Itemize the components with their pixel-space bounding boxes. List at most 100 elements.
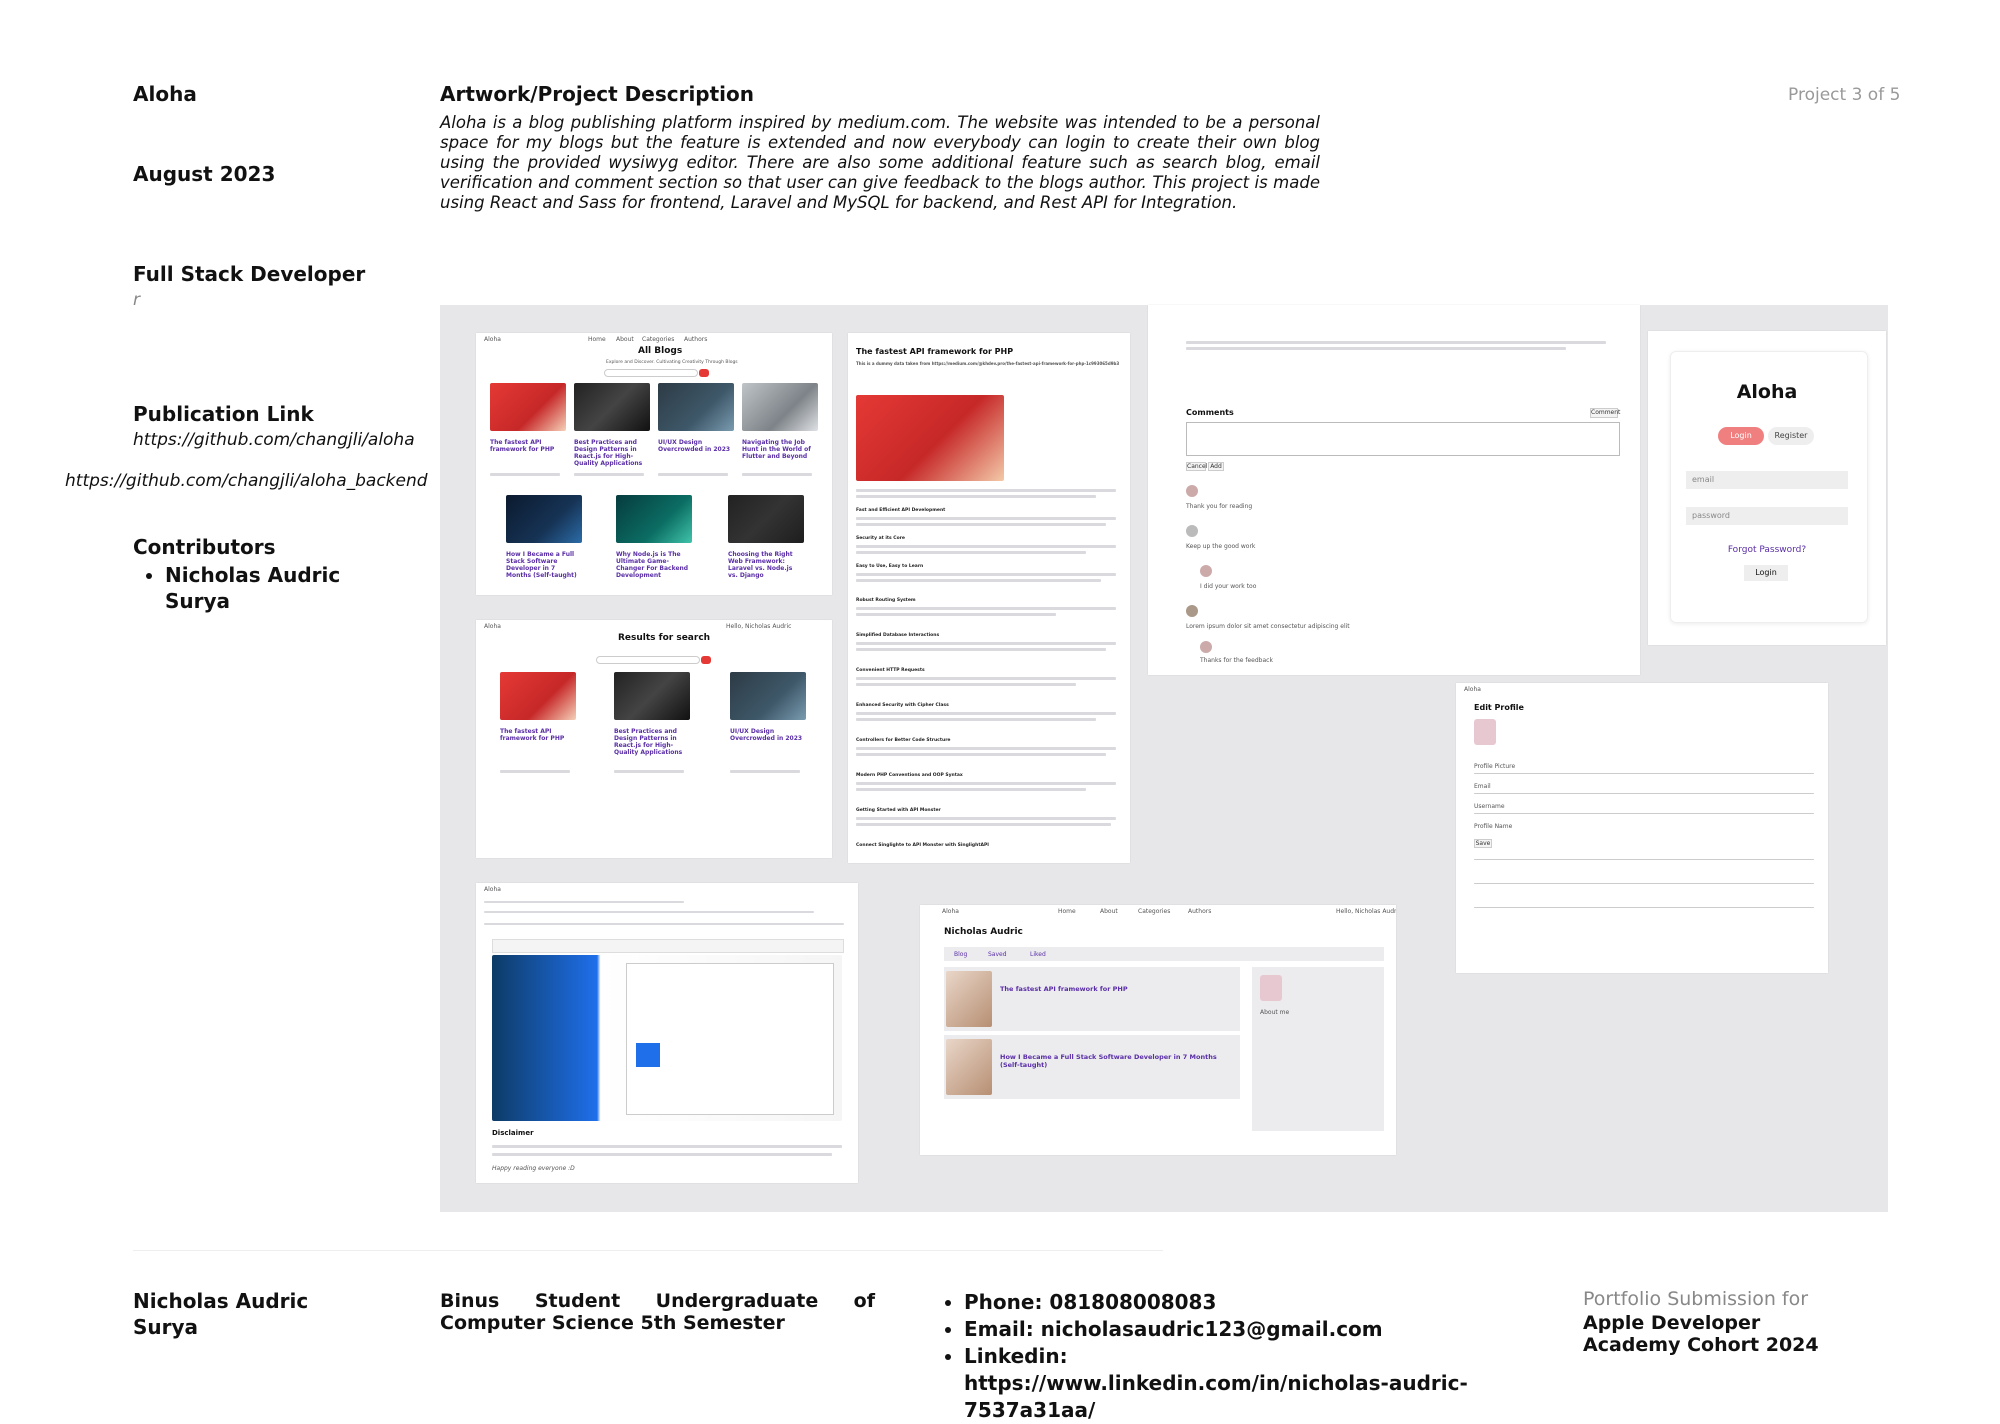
register-tab[interactable]: Register	[1768, 427, 1814, 445]
tab-blog[interactable]: Blog	[954, 951, 967, 958]
article-section-heading: Controllers for Better Code Structure	[856, 738, 951, 743]
search-results-title: Results for search	[618, 633, 711, 643]
avatar	[1260, 975, 1282, 1001]
login-submit-button[interactable]: Login	[1744, 565, 1788, 581]
contact-phone: Phone: 081808008083	[964, 1289, 1474, 1316]
card-title[interactable]: UI/UX Design Overcrowded in 2023	[658, 439, 734, 453]
footer-education: Binus Student Undergraduate of Computer …	[440, 1290, 875, 1334]
mini-nav-categories: Categories	[642, 336, 675, 343]
contact-linkedin[interactable]: Linkedin: https://www.linkedin.com/in/ni…	[964, 1343, 1474, 1424]
publication-heading: Publication Link	[133, 402, 314, 426]
card-title[interactable]: Best Practices and Design Patterns in Re…	[614, 728, 690, 756]
screenshot-login: Aloha Login Register email password Forg…	[1648, 331, 1886, 645]
comment-textarea[interactable]	[1186, 422, 1620, 456]
avatar	[1474, 719, 1496, 745]
description-heading: Artwork/Project Description	[440, 82, 755, 106]
contact-email[interactable]: Email: nicholasaudric123@gmail.com	[964, 1316, 1474, 1343]
mini-nav-brand: Aloha	[484, 336, 501, 343]
screenshot-editor: Aloha Disclaimer Happy reading everyone …	[476, 883, 858, 1183]
article-subtitle: This is a dummy data taken from https://…	[856, 361, 1120, 366]
card-title[interactable]: Choosing the Right Web Framework: Larave…	[728, 551, 804, 579]
mini-nav-greeting: Hello, Nicholas Audric	[726, 623, 792, 630]
avatar	[1186, 485, 1198, 497]
article-section-heading: Enhanced Security with Cipher Class	[856, 703, 949, 708]
card-image-react	[574, 383, 650, 431]
card-image-uiux	[658, 383, 734, 431]
article-section-heading: Getting Started with API Monster	[856, 808, 941, 813]
card-title[interactable]: How I Became a Full Stack Software Devel…	[506, 551, 582, 579]
email-field[interactable]: email	[1686, 471, 1848, 489]
article-section-heading: Security at its Core	[856, 536, 905, 541]
screenshot-search-results: Aloha Hello, Nicholas Audric Results for…	[476, 620, 832, 858]
publication-link-backend[interactable]: https://github.com/changjli/aloha_backen…	[65, 471, 428, 491]
comment-text: Lorem ipsum dolor sit amet consectetur a…	[1186, 623, 1350, 630]
mini-nav-greeting: Hello, Nicholas Audric	[1336, 908, 1396, 915]
contributors-heading: Contributors	[133, 535, 276, 559]
mini-nav-categories: Categories	[1138, 908, 1171, 915]
field-label: Email	[1474, 783, 1491, 790]
editor-toolbar[interactable]	[492, 939, 844, 953]
article-hero-image	[856, 395, 1004, 481]
role-title: Full Stack Developer	[133, 262, 366, 286]
login-tab[interactable]: Login	[1718, 427, 1764, 445]
about-label: About me	[1260, 1009, 1290, 1016]
article-section-heading: Connect Singlighte to API Monster with S…	[856, 843, 989, 848]
card-title[interactable]: Why Node.js is The Ultimate Game-Changer…	[616, 551, 692, 579]
avatar	[1200, 641, 1212, 653]
post-title[interactable]: The fastest API framework for PHP	[1000, 985, 1128, 993]
comment-button[interactable]: Comment	[1590, 408, 1620, 418]
project-counter: Project 3 of 5	[1788, 85, 1901, 105]
mini-search-input	[604, 369, 698, 377]
footer-contacts: Phone: 081808008083 Email: nicholasaudri…	[938, 1289, 1474, 1424]
comment-text: Keep up the good work	[1186, 543, 1256, 550]
card-title[interactable]: The fastest API framework for PHP	[500, 728, 576, 742]
card-image-api-monster	[490, 383, 566, 431]
mini-nav-about: About	[1100, 908, 1118, 915]
tab-liked[interactable]: Liked	[1030, 951, 1046, 958]
cancel-button[interactable]: Cancel	[1186, 462, 1207, 471]
profile-name: Nicholas Audric	[944, 927, 1023, 937]
contributor-item: Nicholas Audric Surya	[165, 562, 375, 614]
mini-nav-home: Home	[1058, 908, 1076, 915]
password-field[interactable]: password	[1686, 507, 1848, 525]
publication-link-frontend[interactable]: https://github.com/changjli/aloha	[133, 430, 415, 450]
article-section-heading: Convenient HTTP Requests	[856, 668, 925, 673]
card-title[interactable]: Navigating the Job Hunt in the World of …	[742, 439, 818, 460]
card-image-nodejs	[616, 495, 692, 543]
card-title[interactable]: The fastest API framework for PHP	[490, 439, 566, 453]
edit-profile-title: Edit Profile	[1474, 703, 1524, 712]
screenshot-article: The fastest API framework for PHP This i…	[848, 333, 1130, 863]
article-section-heading: Modern PHP Conventions and OOP Syntax	[856, 773, 963, 778]
card-image-api-monster	[500, 672, 576, 720]
forgot-password-link[interactable]: Forgot Password?	[1648, 545, 1886, 555]
disclaimer-heading: Disclaimer	[492, 1129, 534, 1137]
add-button[interactable]: Add	[1208, 462, 1224, 471]
screenshot-all-blogs: Aloha Home About Categories Authors All …	[476, 333, 832, 595]
mini-nav-brand: Aloha	[484, 886, 501, 893]
tab-saved[interactable]: Saved	[988, 951, 1007, 958]
article-section-heading: Simplified Database Interactions	[856, 633, 940, 638]
post-title[interactable]: How I Became a Full Stack Software Devel…	[1000, 1053, 1220, 1069]
comment-text: I did your work too	[1200, 583, 1257, 590]
field-label: Username	[1474, 803, 1505, 810]
comments-heading: Comments	[1186, 408, 1234, 417]
comment-text: Thanks for the feedback	[1200, 657, 1273, 664]
mini-nav-brand: Aloha	[1464, 686, 1481, 693]
card-title[interactable]: Best Practices and Design Patterns in Re…	[574, 439, 650, 467]
mini-nav-authors: Authors	[684, 336, 708, 343]
card-image-react	[614, 672, 690, 720]
card-image-uiux	[730, 672, 806, 720]
editor-closing: Happy reading everyone :D	[492, 1165, 575, 1172]
screenshot-profile: Aloha Home About Categories Authors Hell…	[920, 905, 1396, 1155]
mini-nav-brand: Aloha	[484, 623, 501, 630]
profile-tabs	[944, 947, 1384, 961]
field-label: Profile Picture	[1474, 763, 1516, 770]
role-subtext: r	[133, 290, 140, 310]
save-button[interactable]: Save	[1474, 839, 1492, 848]
card-title[interactable]: UI/UX Design Overcrowded in 2023	[730, 728, 806, 742]
project-date: August 2023	[133, 162, 276, 186]
article-section-heading: Robust Routing System	[856, 598, 916, 603]
submission-target: Apple Developer Academy Cohort 2024	[1583, 1312, 1819, 1356]
card-image-frameworks	[728, 495, 804, 543]
avatar	[1200, 565, 1212, 577]
